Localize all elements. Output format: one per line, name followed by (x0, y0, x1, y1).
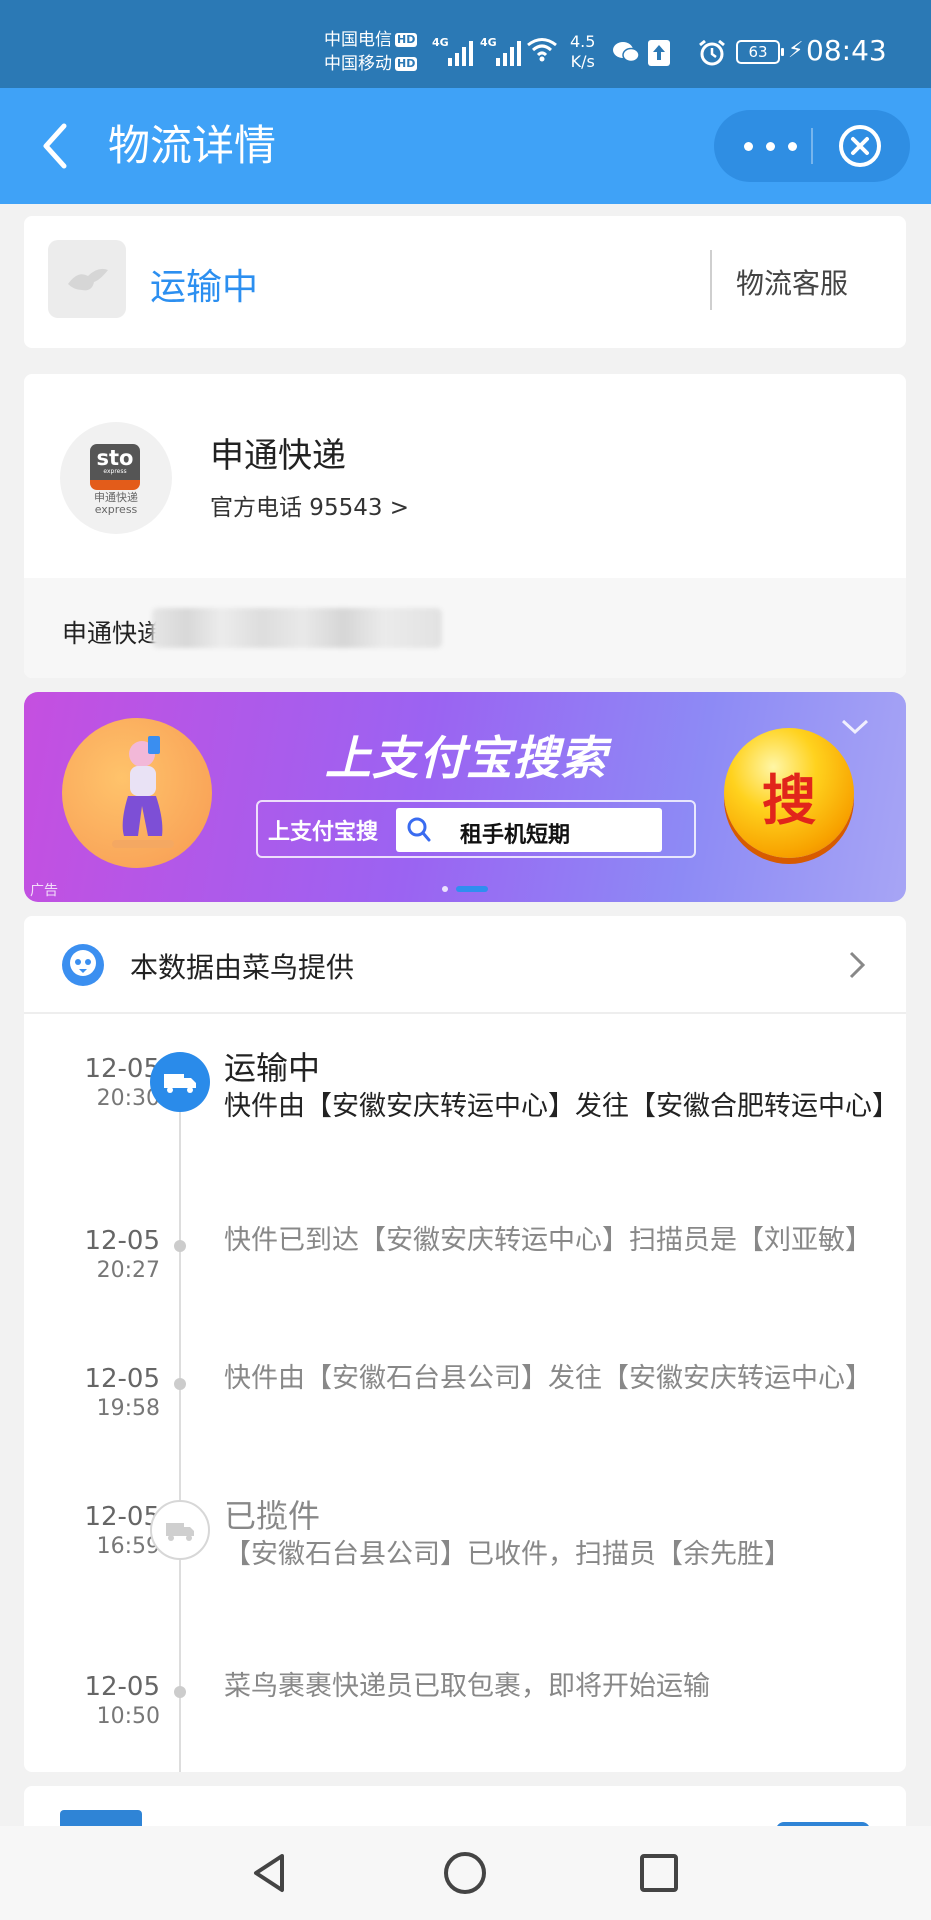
search-icon (407, 817, 431, 842)
event-title: 已揽件 (224, 1497, 321, 1535)
close-circle-icon[interactable] (838, 124, 882, 168)
courier-name: 申通快递 (210, 436, 346, 476)
nav-back-icon[interactable] (246, 1848, 296, 1898)
event-time: 16:59 (96, 1534, 160, 1559)
ad-character (112, 736, 174, 848)
wechat-icon (613, 42, 640, 63)
carrier-2: 中国移动 (324, 54, 392, 74)
carousel-indicator (442, 886, 502, 892)
event-description: 快件由【安徽安庆转运中心】发往【安徽合肥转运中心】 (224, 1091, 899, 1122)
carrier-1: 中国电信 (324, 30, 392, 50)
event-time: 10:50 (96, 1704, 160, 1729)
event-date: 12-05 (84, 1502, 160, 1532)
network-speed: 4.5 K/s (570, 32, 596, 71)
bird-icon (68, 268, 108, 291)
ad-search-box[interactable]: 上支付宝搜 租手机短期 (256, 800, 696, 858)
event-description: 快件由【安徽石台县公司】发往【安徽安庆转运中心】 (224, 1363, 872, 1394)
nav-recent-icon[interactable] (634, 1848, 684, 1898)
event-description: 快件已到达【安徽安庆转运中心】扫描员是【刘亚敏】 (224, 1225, 872, 1256)
event-date: 12-05 (84, 1054, 160, 1084)
truck-icon (150, 1052, 210, 1112)
hd-badge: HD (395, 57, 418, 71)
event-time: 19:58 (96, 1396, 160, 1421)
event-date: 12-05 (84, 1672, 160, 1702)
timeline-line (179, 1068, 181, 1772)
tracking-card: 本数据由菜鸟提供 12-05 20:30 运输中 快件由【安徽安庆转运中心】发往… (24, 916, 906, 1772)
status-bar: 中国电信 HD 中国移动 HD 4G 4G 4.5 K/s 63 ⚡ 08:43 (0, 0, 931, 88)
title-bar: 物流详情 (0, 88, 931, 204)
timeline-dot (174, 1686, 186, 1698)
event-time: 20:30 (96, 1086, 160, 1111)
event-description: 【安徽石台县公司】已收件，扫描员【余先胜】 (224, 1539, 791, 1570)
tracking-number-redacted (152, 608, 442, 648)
data-source-row[interactable]: 本数据由菜鸟提供 (24, 916, 906, 1014)
chevron-right-icon (849, 951, 866, 979)
courier-phone-link[interactable]: 官方电话 95543 > (210, 488, 409, 522)
ad-search-button[interactable]: 搜 (724, 728, 854, 858)
upload-icon (648, 40, 670, 66)
logistics-service-button[interactable]: 物流客服 (736, 262, 848, 302)
tracking-number-row: 申通快递 (24, 578, 906, 678)
more-dots-icon[interactable] (744, 132, 798, 160)
capsule-divider (811, 128, 813, 164)
chevron-down-icon[interactable] (840, 718, 870, 736)
divider (710, 250, 712, 310)
wifi-icon (527, 38, 557, 62)
shipment-status: 运输中 (150, 267, 259, 308)
sto-logo: sto express 申通快递 express (60, 422, 172, 534)
cainiao-bird-icon (62, 944, 104, 986)
event-time: 20:27 (96, 1258, 160, 1283)
truck-icon (150, 1500, 210, 1560)
back-button[interactable] (34, 116, 84, 176)
event-date: 12-05 (84, 1226, 160, 1256)
ad-search-field[interactable]: 租手机短期 (396, 808, 662, 852)
page-title: 物流详情 (108, 121, 277, 170)
mini-app-capsule (714, 110, 910, 182)
shipment-status-card: 运输中 物流客服 (24, 216, 906, 348)
clock: 08:43 (806, 34, 887, 67)
event-title: 运输中 (224, 1049, 321, 1087)
event-date: 12-05 (84, 1364, 160, 1394)
package-logo (48, 240, 126, 318)
ad-search-keyword: 租手机短期 (460, 823, 571, 848)
carrier-info: 中国电信 HD 中国移动 HD (324, 28, 418, 76)
battery-icon: 63 (736, 40, 784, 64)
event-description: 菜鸟裹裹快递员已取包裹，即将开始运输 (224, 1671, 710, 1702)
system-nav-bar (0, 1826, 931, 1920)
ad-label: 广告 (30, 883, 58, 899)
courier-card: sto express 申通快递 express 申通快递 官方电话 95543 >… (24, 374, 906, 678)
charging-icon: ⚡ (788, 38, 804, 63)
timeline-dot (174, 1378, 186, 1390)
timeline-dot (174, 1240, 186, 1252)
tracking-label: 申通快递 (62, 619, 163, 648)
data-source-text: 本数据由菜鸟提供 (130, 951, 355, 984)
ad-headline: 上支付宝搜索 (325, 731, 607, 785)
ad-banner[interactable]: 上支付宝搜索 上支付宝搜 租手机短期 搜 广告 (24, 692, 906, 902)
alarm-icon (699, 40, 725, 66)
ad-search-label: 上支付宝搜 (268, 820, 379, 845)
hd-badge: HD (395, 33, 418, 47)
nav-home-icon[interactable] (440, 1848, 490, 1898)
